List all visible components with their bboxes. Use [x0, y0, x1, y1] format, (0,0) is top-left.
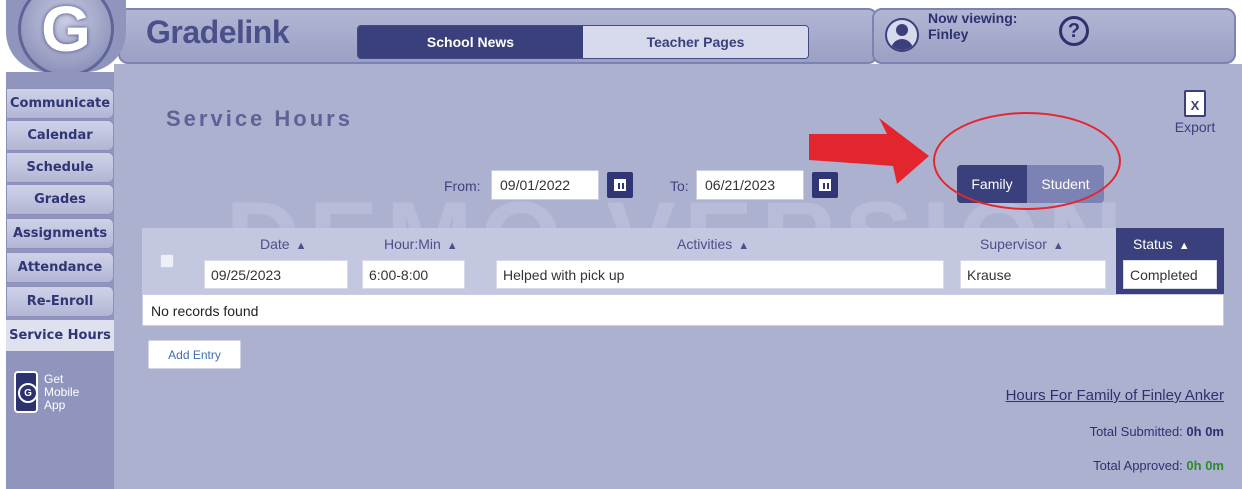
column-label-hour-min: Hour:Min	[384, 236, 441, 252]
sidebar-item-re-enroll[interactable]: Re-Enroll	[6, 286, 114, 317]
mobile-app-line1: Get	[44, 371, 64, 386]
mobile-app-label: Get Mobile App	[44, 371, 80, 412]
sort-both-icon: ▲︎	[738, 240, 750, 252]
to-date-input[interactable]: 06/21/2023	[696, 170, 804, 200]
main-panel: DEMO VERSION Service Hours X Export From…	[114, 64, 1242, 489]
total-submitted: Total Submitted: 0h 0m	[1090, 424, 1224, 439]
sidebar-item-attendance[interactable]: Attendance	[6, 252, 114, 283]
sidebar-item-assignments[interactable]: Assignments	[6, 218, 114, 249]
total-submitted-value: 0h 0m	[1186, 424, 1224, 439]
tab-school-news[interactable]: School News	[358, 26, 583, 58]
empty-table-message: No records found	[142, 294, 1224, 326]
mobile-phone-icon	[14, 371, 38, 413]
export-label: Export	[1174, 119, 1216, 135]
column-label-activities: Activities	[677, 236, 733, 252]
sort-both-icon: ▲︎	[1052, 240, 1064, 252]
from-date-input[interactable]: 09/01/2022	[491, 170, 599, 200]
column-header-supervisor[interactable]: Supervisor ▲︎	[980, 236, 1064, 252]
status-label: Status	[1133, 236, 1173, 252]
mobile-app-line2: Mobile	[44, 384, 80, 399]
sidebar-item-service-hours[interactable]: Service Hours	[6, 320, 114, 351]
filter-status-input[interactable]: Completed	[1123, 260, 1217, 289]
column-header-date[interactable]: Date ▲︎	[260, 236, 306, 252]
filter-hour-min-input[interactable]: 6:00-8:00	[362, 260, 465, 289]
sort-both-icon: ▲︎	[295, 240, 307, 252]
now-viewing[interactable]: Now viewing: Finley	[928, 10, 1017, 42]
column-header-hour-min[interactable]: Hour:Min ▲︎	[384, 236, 458, 252]
brand-name: Gradelink	[146, 14, 290, 50]
export-button[interactable]: X Export	[1170, 90, 1220, 135]
help-icon[interactable]: ?	[1059, 16, 1089, 46]
user-bar	[872, 8, 1236, 64]
red-circle-annotation	[933, 112, 1121, 210]
total-approved: Total Approved: 0h 0m	[1093, 458, 1224, 473]
column-label-supervisor: Supervisor	[980, 236, 1047, 252]
select-all-checkbox[interactable]	[160, 254, 174, 268]
logo-container: G	[6, 0, 126, 77]
sort-asc-icon: ▲︎	[1178, 240, 1190, 252]
to-label: To:	[670, 178, 689, 194]
red-arrow-annotation	[809, 118, 929, 184]
add-entry-button[interactable]: Add Entry	[148, 340, 241, 369]
user-avatar-icon[interactable]	[885, 18, 919, 52]
column-label-status: Status ▲︎	[1133, 236, 1190, 252]
from-calendar-icon[interactable]	[607, 172, 633, 198]
sidebar-item-grades[interactable]: Grades	[6, 184, 114, 215]
now-viewing-name: Finley	[928, 26, 969, 42]
from-label: From:	[444, 178, 481, 194]
page-title: Service Hours	[166, 106, 353, 131]
sidebar-item-schedule[interactable]: Schedule	[6, 152, 114, 183]
table-header: Date ▲︎ Hour:Min ▲︎ Activities ▲︎ Superviso…	[142, 228, 1224, 294]
filter-supervisor-input[interactable]: Krause	[960, 260, 1106, 289]
column-label-date: Date	[260, 236, 290, 252]
sidebar: Communicate Calendar Schedule Grades Ass…	[6, 72, 114, 489]
tab-teacher-pages[interactable]: Teacher Pages	[583, 26, 808, 58]
top-tabs: School News Teacher Pages	[357, 25, 809, 59]
column-header-activities[interactable]: Activities ▲︎	[677, 236, 749, 252]
gradelink-logo-icon[interactable]: G	[18, 0, 114, 77]
total-approved-label: Total Approved:	[1093, 458, 1183, 473]
mobile-app-line3: App	[44, 397, 66, 412]
filter-date-input[interactable]: 09/25/2023	[204, 260, 348, 289]
hours-summary-link[interactable]: Hours For Family of Finley Anker	[1006, 387, 1224, 404]
excel-file-icon: X	[1184, 90, 1206, 117]
total-submitted-label: Total Submitted:	[1089, 424, 1183, 439]
get-mobile-app-link[interactable]: Get Mobile App	[14, 366, 110, 418]
filter-activities-input[interactable]: Helped with pick up	[496, 260, 944, 289]
sidebar-item-calendar[interactable]: Calendar	[6, 120, 114, 151]
sort-both-icon: ▲︎	[446, 240, 458, 252]
sidebar-item-communicate[interactable]: Communicate	[6, 88, 114, 119]
total-approved-value: 0h 0m	[1186, 458, 1224, 473]
now-viewing-label: Now viewing:	[928, 10, 1018, 26]
column-header-status[interactable]: Status ▲︎ Completed	[1116, 228, 1224, 294]
